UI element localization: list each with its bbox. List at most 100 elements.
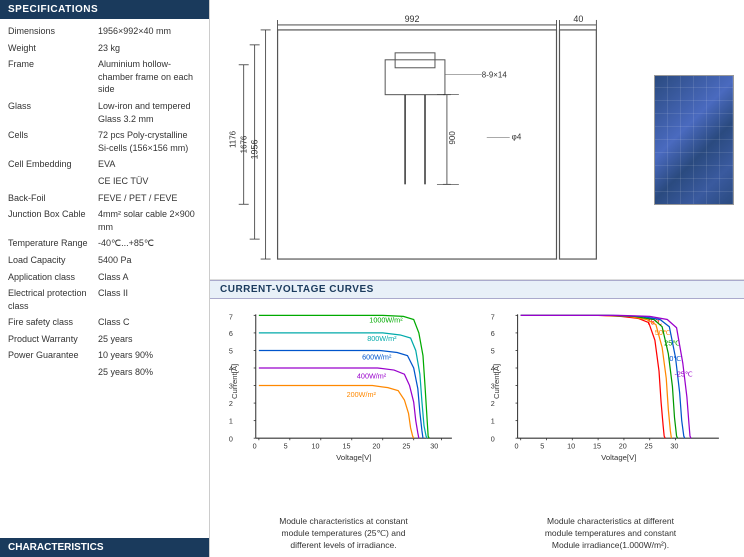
svg-text:800W/m²: 800W/m² xyxy=(367,334,397,343)
svg-text:10: 10 xyxy=(567,442,575,451)
spec-backfoil: Back-Foil FEVE / PET / FEVE xyxy=(8,192,201,205)
svg-text:5: 5 xyxy=(229,347,233,356)
spec-value-cert: CE IEC TÜV xyxy=(98,175,201,188)
spec-label-fire-class: Fire safety class xyxy=(8,316,98,329)
svg-text:2: 2 xyxy=(491,399,495,408)
spec-junctionbox: Junction Box Cable 4mm² solar cable 2×90… xyxy=(8,208,201,233)
svg-text:7: 7 xyxy=(491,312,495,321)
svg-text:15: 15 xyxy=(342,442,350,451)
spec-label-glass: Glass xyxy=(8,100,98,113)
spec-label-junctionbox: Junction Box Cable xyxy=(8,208,98,221)
spec-cells: Cells 72 pcs Poly-crystalline Si-cells (… xyxy=(8,129,201,154)
curves-header: CURRENT-VOLTAGE CURVES xyxy=(210,280,744,299)
svg-text:1: 1 xyxy=(229,417,233,426)
spec-glass: Glass Low-iron and tempered Glass 3.2 mm xyxy=(8,100,201,125)
spec-value-load: 5400 Pa xyxy=(98,254,201,267)
svg-text:-25℃: -25℃ xyxy=(675,369,694,378)
chart-temperature: 0 1 2 3 4 5 6 7 xyxy=(482,304,739,552)
svg-text:992: 992 xyxy=(405,14,420,24)
svg-text:5: 5 xyxy=(284,442,288,451)
svg-text:1176: 1176 xyxy=(229,130,238,148)
spec-value-warranty: 25 years xyxy=(98,333,201,346)
svg-text:1676: 1676 xyxy=(240,135,249,153)
spec-frame: Frame Aluminium hollow-chamber frame on … xyxy=(8,58,201,96)
spec-value-glass: Low-iron and tempered Glass 3.2 mm xyxy=(98,100,201,125)
specs-header: SPECIFICATIONS xyxy=(0,0,209,19)
spec-load: Load Capacity 5400 Pa xyxy=(8,254,201,267)
spec-value-backfoil: FEVE / PET / FEVE xyxy=(98,192,201,205)
spec-weight: Weight 23 kg xyxy=(8,42,201,55)
chart2-svg: 0 1 2 3 4 5 6 7 xyxy=(482,304,739,464)
svg-text:20: 20 xyxy=(372,442,380,451)
technical-diagram: 992 40 8-9×14 φ4 xyxy=(220,10,634,269)
spec-label-weight: Weight xyxy=(8,42,98,55)
spec-temperature: Temperature Range -40℃...+85℃ xyxy=(8,237,201,250)
svg-text:30: 30 xyxy=(430,442,438,451)
spec-value-elec-class: Class II xyxy=(98,287,201,300)
svg-text:Voltage[V]: Voltage[V] xyxy=(601,453,636,462)
diagram-area: 992 40 8-9×14 φ4 xyxy=(210,0,644,279)
curves-content: 0 1 2 3 4 5 6 7 xyxy=(210,299,744,557)
spec-value-frame: Aluminium hollow-chamber frame on each s… xyxy=(98,58,201,96)
specs-table: Dimensions 1956×992×40 mm Weight 23 kg F… xyxy=(0,19,209,538)
svg-text:200W/m²: 200W/m² xyxy=(347,390,377,399)
svg-text:20: 20 xyxy=(619,442,627,451)
spec-label-embedding: Cell Embedding xyxy=(8,158,98,171)
svg-text:600W/m²: 600W/m² xyxy=(362,353,392,362)
svg-text:15: 15 xyxy=(593,442,601,451)
spec-value-power-guarantee: 10 years 90% xyxy=(98,349,201,362)
svg-text:25: 25 xyxy=(402,442,410,451)
top-section: 992 40 8-9×14 φ4 xyxy=(210,0,744,280)
chart-irradiance: 0 1 2 3 4 5 6 7 xyxy=(215,304,472,552)
spec-label-frame: Frame xyxy=(8,58,98,71)
svg-text:Current[A]: Current[A] xyxy=(230,364,239,399)
spec-label-power-guarantee: Power Guarantee xyxy=(8,349,98,362)
svg-text:6: 6 xyxy=(491,329,495,338)
spec-label-backfoil: Back-Foil xyxy=(8,192,98,205)
svg-text:Current[A]: Current[A] xyxy=(492,364,501,399)
spec-label-dimensions: Dimensions xyxy=(8,25,98,38)
char-header: CHARACTERISTICS xyxy=(0,538,209,557)
curves-section: CURRENT-VOLTAGE CURVES 0 1 2 3 4 5 xyxy=(210,280,744,557)
svg-text:2: 2 xyxy=(229,399,233,408)
chart1-caption: Module characteristics at constantmodule… xyxy=(279,516,408,552)
spec-dimensions: Dimensions 1956×992×40 mm xyxy=(8,25,201,38)
spec-power-guarantee-2: 25 years 80% xyxy=(8,366,201,379)
spec-value-junctionbox: 4mm² solar cable 2×900 mm xyxy=(98,208,201,233)
solar-panel-photo xyxy=(654,75,734,205)
spec-value-weight: 23 kg xyxy=(98,42,201,55)
spec-value-fire-class: Class C xyxy=(98,316,201,329)
spec-warranty: Product Warranty 25 years xyxy=(8,333,201,346)
spec-value-power-guarantee-2: 25 years 80% xyxy=(98,366,201,379)
chart2-container: 0 1 2 3 4 5 6 7 xyxy=(482,304,739,512)
chart1-container: 0 1 2 3 4 5 6 7 xyxy=(215,304,472,512)
svg-text:6: 6 xyxy=(229,329,233,338)
spec-value-embedding: EVA xyxy=(98,158,201,171)
svg-text:1000W/m²: 1000W/m² xyxy=(369,316,403,325)
spec-label-warranty: Product Warranty xyxy=(8,333,98,346)
svg-text:0: 0 xyxy=(253,442,257,451)
spec-power-guarantee: Power Guarantee 10 years 90% xyxy=(8,349,201,362)
spec-value-app-class: Class A xyxy=(98,271,201,284)
svg-text:5: 5 xyxy=(540,442,544,451)
svg-text:Voltage[V]: Voltage[V] xyxy=(336,453,371,462)
spec-label-app-class: Application class xyxy=(8,271,98,284)
spec-value-cells: 72 pcs Poly-crystalline Si-cells (156×15… xyxy=(98,129,201,154)
svg-text:8-9×14: 8-9×14 xyxy=(482,71,508,80)
svg-text:25: 25 xyxy=(645,442,653,451)
spec-embedding: Cell Embedding EVA xyxy=(8,158,201,171)
spec-value-dimensions: 1956×992×40 mm xyxy=(98,25,201,38)
svg-text:0: 0 xyxy=(229,434,233,443)
chart2-caption: Module characteristics at differentmodul… xyxy=(545,516,676,552)
spec-elec-class: Electrical protection class Class II xyxy=(8,287,201,312)
spec-app-class: Application class Class A xyxy=(8,271,201,284)
svg-text:7: 7 xyxy=(229,312,233,321)
svg-text:400W/m²: 400W/m² xyxy=(357,371,387,380)
svg-text:10: 10 xyxy=(312,442,320,451)
left-panel: SPECIFICATIONS Dimensions 1956×992×40 mm… xyxy=(0,0,210,557)
spec-label-cells: Cells xyxy=(8,129,98,142)
svg-text:40: 40 xyxy=(573,14,583,24)
svg-text:0: 0 xyxy=(491,434,495,443)
svg-text:0℃: 0℃ xyxy=(669,354,681,363)
right-panel: 992 40 8-9×14 φ4 xyxy=(210,0,744,557)
